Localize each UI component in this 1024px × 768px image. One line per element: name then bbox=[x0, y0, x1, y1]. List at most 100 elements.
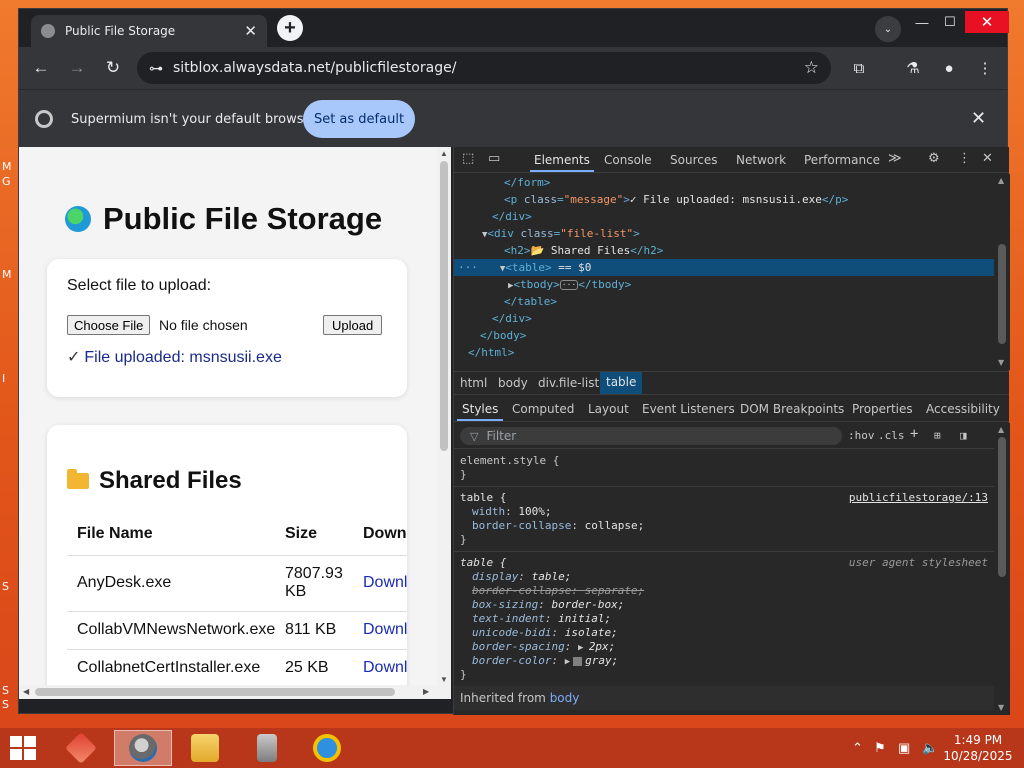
url-text[interactable]: sitblox.alwaysdata.net/publicfilestorage… bbox=[173, 60, 804, 76]
css-property-overridden[interactable]: border-collapse: separate; bbox=[472, 584, 644, 598]
labs-flask-icon[interactable]: ⚗ bbox=[901, 57, 925, 79]
action-center-flag-icon[interactable]: ⚑ bbox=[874, 740, 886, 756]
tab-sources[interactable]: Sources bbox=[670, 153, 717, 167]
taskbar-app-internet-explorer[interactable] bbox=[298, 730, 356, 766]
dom-line[interactable]: </body> bbox=[454, 327, 994, 344]
dom-tree-scroll-thumb[interactable] bbox=[998, 244, 1006, 344]
dom-line-selected[interactable]: ··· ▼<table> == $0 bbox=[454, 259, 994, 276]
subtab-properties[interactable]: Properties bbox=[852, 402, 913, 416]
styles-filter-input[interactable]: ▽ Filter bbox=[460, 427, 842, 445]
inherited-body-link[interactable]: body bbox=[550, 691, 580, 705]
minimize-button[interactable]: — bbox=[907, 11, 937, 33]
dom-line[interactable]: <h2>📂 Shared Files</h2> bbox=[454, 242, 994, 259]
taskbar-app-installer[interactable] bbox=[238, 730, 296, 766]
tab-search-button[interactable]: ⌄ bbox=[875, 16, 901, 42]
reload-button[interactable]: ↻ bbox=[101, 57, 125, 79]
taskbar-app-browser[interactable] bbox=[114, 730, 172, 766]
dom-line[interactable]: </div> bbox=[454, 310, 994, 327]
system-clock[interactable]: 1:49 PM 10/28/2025 bbox=[940, 732, 1016, 764]
dom-line[interactable]: </form> bbox=[454, 174, 994, 191]
css-property[interactable]: border-color: ▶ gray; bbox=[472, 654, 618, 668]
scroll-down-arrow-icon[interactable]: ▼ bbox=[998, 703, 1004, 712]
breadcrumb-html[interactable]: html bbox=[460, 376, 487, 390]
scroll-up-arrow-icon[interactable]: ▲ bbox=[440, 149, 448, 158]
dom-line[interactable]: <p class="message">✓ File uploaded: msns… bbox=[454, 191, 994, 208]
address-bar[interactable]: ⊶ sitblox.alwaysdata.net/publicfilestora… bbox=[137, 52, 831, 84]
toggle-element-state-icon[interactable]: ⊞ bbox=[934, 429, 941, 442]
maximize-button[interactable]: ☐ bbox=[935, 11, 965, 33]
css-property[interactable]: text-indent: initial; bbox=[472, 612, 611, 626]
subtab-dom-breakpoints[interactable]: DOM Breakpoints bbox=[740, 402, 844, 416]
collapsed-triangle-icon[interactable]: ▶ bbox=[454, 281, 513, 291]
show-hidden-icons-chevron-icon[interactable]: ⌃ bbox=[852, 740, 863, 756]
download-link[interactable]: Download bbox=[363, 574, 407, 591]
window-close-button[interactable]: ✕ bbox=[965, 11, 1009, 33]
class-toggle-button[interactable]: .cls bbox=[878, 429, 905, 442]
devtools-menu-icon[interactable]: ⋮ bbox=[958, 151, 971, 166]
download-link[interactable]: Download bbox=[363, 659, 407, 676]
browser-menu-icon[interactable]: ⋮ bbox=[973, 57, 997, 79]
site-info-icon[interactable]: ⊶ bbox=[149, 60, 163, 77]
tab-public-file-storage[interactable]: Public File Storage ✕ bbox=[31, 15, 267, 47]
upload-button[interactable]: Upload bbox=[323, 315, 383, 335]
devtools-close-icon[interactable]: ✕ bbox=[982, 151, 993, 166]
element-style-selector[interactable]: element.style { bbox=[460, 454, 559, 468]
page-vertical-scrollbar[interactable]: ▲ ▼ bbox=[437, 147, 451, 699]
rule-source-link[interactable]: publicfilestorage/:13 bbox=[849, 491, 988, 505]
taskbar-app-red-cube[interactable] bbox=[52, 730, 110, 766]
scroll-right-arrow-icon[interactable]: ▶ bbox=[423, 687, 429, 696]
subtab-layout[interactable]: Layout bbox=[588, 402, 629, 416]
page-vertical-scroll-thumb[interactable] bbox=[440, 161, 448, 451]
page-horizontal-scroll-thumb[interactable] bbox=[35, 688, 395, 696]
volume-muted-icon[interactable]: 🔈 bbox=[922, 740, 938, 756]
rule-selector[interactable]: table { bbox=[460, 556, 506, 570]
css-property[interactable]: display: table; bbox=[472, 570, 571, 584]
dom-line[interactable]: ▶<tbody> ··· </tbody> bbox=[454, 276, 994, 293]
scroll-left-arrow-icon[interactable]: ◀ bbox=[23, 687, 29, 696]
profile-icon[interactable]: ● bbox=[937, 57, 961, 79]
choose-file-button[interactable]: Choose File bbox=[67, 315, 151, 335]
dom-line[interactable]: </html> bbox=[454, 344, 994, 361]
scroll-up-arrow-icon[interactable]: ▲ bbox=[998, 425, 1004, 434]
infobar-close-icon[interactable]: ✕ bbox=[971, 108, 986, 129]
tab-elements[interactable]: Elements bbox=[530, 153, 594, 172]
css-property[interactable]: box-sizing: border-box; bbox=[472, 598, 624, 612]
set-as-default-button[interactable]: Set as default bbox=[303, 100, 415, 138]
scroll-down-arrow-icon[interactable]: ▼ bbox=[440, 675, 448, 684]
new-tab-button[interactable]: + bbox=[277, 15, 303, 41]
hover-state-button[interactable]: :hov bbox=[848, 429, 875, 442]
expand-triangle-icon[interactable]: ▼ bbox=[454, 230, 487, 240]
page-horizontal-scrollbar[interactable]: ◀ ▶ bbox=[19, 685, 437, 699]
dom-tree-scrollbar[interactable]: ▲ ▼ bbox=[994, 174, 1010, 370]
dom-line[interactable]: </div> bbox=[454, 208, 994, 225]
expand-triangle-icon[interactable]: ▶ bbox=[565, 657, 570, 667]
new-style-rule-button[interactable]: + bbox=[910, 426, 918, 442]
expand-triangle-icon[interactable]: ▶ bbox=[578, 643, 589, 653]
forward-button[interactable]: → bbox=[65, 57, 89, 79]
download-link[interactable]: Download bbox=[363, 621, 407, 638]
tab-close-icon[interactable]: ✕ bbox=[244, 22, 257, 40]
dom-line[interactable]: </table> bbox=[454, 293, 994, 310]
scroll-down-arrow-icon[interactable]: ▼ bbox=[998, 358, 1004, 367]
devtools-settings-icon[interactable]: ⚙ bbox=[928, 151, 940, 166]
more-tabs-icon[interactable]: ≫ bbox=[888, 151, 902, 166]
styles-scroll-thumb[interactable] bbox=[998, 437, 1006, 577]
styles-scrollbar[interactable]: ▲ ▼ bbox=[994, 423, 1010, 715]
subtab-event-listeners[interactable]: Event Listeners bbox=[642, 402, 735, 416]
scroll-up-arrow-icon[interactable]: ▲ bbox=[998, 176, 1004, 185]
taskbar-app-file-explorer[interactable] bbox=[176, 730, 234, 766]
breadcrumb-div-file-list[interactable]: div.file-list bbox=[538, 376, 599, 390]
subtab-computed[interactable]: Computed bbox=[512, 402, 574, 416]
breadcrumb-table[interactable]: table bbox=[600, 372, 643, 394]
dom-line[interactable]: ▼<div class="file-list"> bbox=[454, 225, 994, 242]
start-button[interactable] bbox=[10, 736, 36, 760]
bookmark-star-icon[interactable]: ☆ bbox=[804, 58, 819, 78]
expand-triangle-icon[interactable]: ▼ bbox=[478, 264, 505, 274]
device-toolbar-icon[interactable]: ▭ bbox=[488, 151, 500, 166]
network-icon[interactable]: ▣ bbox=[898, 740, 910, 756]
tab-network[interactable]: Network bbox=[736, 153, 786, 167]
tab-performance[interactable]: Performance bbox=[804, 153, 880, 167]
subtab-accessibility[interactable]: Accessibility bbox=[926, 402, 1000, 416]
back-button[interactable]: ← bbox=[29, 57, 53, 79]
inspect-element-icon[interactable]: ⬚ bbox=[462, 151, 474, 166]
